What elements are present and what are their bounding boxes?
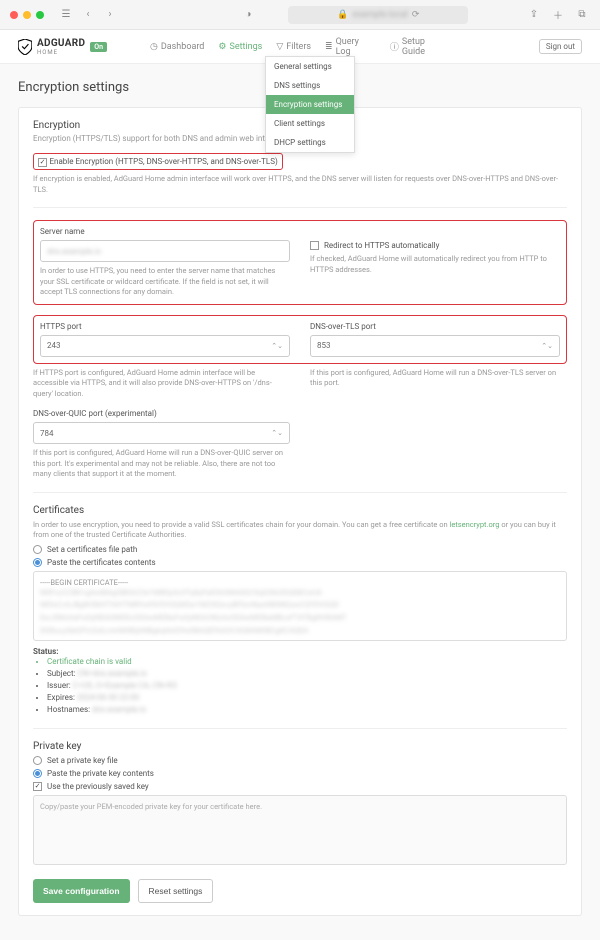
server-name-label: Server name xyxy=(40,227,290,236)
adguard-shield-icon xyxy=(18,39,32,55)
certs-heading: Certificates xyxy=(33,505,567,516)
share-icon[interactable]: ⇪ xyxy=(526,7,542,23)
reset-button[interactable]: Reset settings xyxy=(138,879,214,903)
doq-label: DNS-over-QUIC port (experimental) xyxy=(33,409,290,418)
signout-button[interactable]: Sign out xyxy=(539,39,582,54)
main-nav: ◷Dashboard ⚙Settings ▽Filters ≣Query Log… xyxy=(150,37,450,57)
enable-encryption-checkbox[interactable] xyxy=(38,158,47,167)
nav-querylog[interactable]: ≣Query Log xyxy=(325,37,376,57)
cert-textarea[interactable]: -----BEGIN CERTIFICATE----- MIIFxzCCBK+g… xyxy=(33,571,567,641)
tabs-icon[interactable]: ⧉ xyxy=(574,7,590,23)
stepper-icon[interactable]: ⌃⌄ xyxy=(271,429,283,437)
encryption-card: Encryption Encryption (HTTPS/TLS) suppor… xyxy=(18,107,582,916)
page-body: Encryption settings Encryption Encryptio… xyxy=(0,64,600,940)
chain-valid-status: Certificate chain is valid xyxy=(47,656,567,668)
cert-paste-radio[interactable]: Paste the certificates contents xyxy=(33,558,567,567)
minimize-icon[interactable] xyxy=(23,11,31,19)
nav-filters[interactable]: ▽Filters xyxy=(276,37,311,57)
filter-icon: ▽ xyxy=(276,42,283,52)
nav-settings[interactable]: ⚙Settings xyxy=(218,37,262,57)
gear-icon: ⚙ xyxy=(218,42,226,52)
list-icon: ≣ xyxy=(325,42,333,52)
dot-port-input[interactable]: 853⌃⌄ xyxy=(310,335,560,357)
new-tab-icon[interactable]: ＋ xyxy=(550,7,566,23)
redirect-https-row[interactable]: Redirect to HTTPS automatically xyxy=(310,241,560,250)
forward-icon[interactable]: › xyxy=(102,7,118,23)
doq-port-input[interactable]: 784⌃⌄ xyxy=(33,422,290,444)
settings-dropdown: General settings DNS settings Encryption… xyxy=(265,56,355,153)
logo[interactable]: ADGUARD HOME On xyxy=(18,38,107,56)
dot-port-label: DNS-over-TLS port xyxy=(310,322,560,331)
cert-file-radio[interactable]: Set a certificates file path xyxy=(33,545,567,554)
pkey-paste-radio[interactable]: Paste the private key contents xyxy=(33,769,567,778)
dd-client[interactable]: Client settings xyxy=(266,114,354,133)
stepper-icon[interactable]: ⌃⌄ xyxy=(541,342,553,350)
shield-icon[interactable]: ◑ xyxy=(240,7,256,23)
maximize-icon[interactable] xyxy=(36,11,44,19)
lock-icon: 🔒 xyxy=(337,10,348,20)
use-saved-key-row[interactable]: Use the previously saved key xyxy=(33,782,567,791)
nav-setup[interactable]: ⓘSetup Guide xyxy=(390,37,450,57)
dd-dns[interactable]: DNS settings xyxy=(266,76,354,95)
back-icon[interactable]: ‹ xyxy=(80,7,96,23)
server-name-section: Server name dns.example.io In order to u… xyxy=(33,220,567,305)
ports-section: HTTPS port 243⌃⌄ DNS-over-TLS port 853⌃⌄ xyxy=(33,315,567,364)
pkey-textarea: Copy/paste your PEM-encoded private key … xyxy=(33,795,567,865)
gauge-icon: ◷ xyxy=(150,42,158,52)
info-icon: ⓘ xyxy=(390,40,399,53)
stepper-icon[interactable]: ⌃⌄ xyxy=(271,342,283,350)
dd-dhcp[interactable]: DHCP settings xyxy=(266,133,354,152)
cert-status: Status: Certificate chain is valid Subje… xyxy=(33,647,567,716)
use-saved-key-checkbox[interactable] xyxy=(33,782,42,791)
pkey-file-radio[interactable]: Set a private key file xyxy=(33,756,567,765)
server-name-input[interactable]: dns.example.io xyxy=(40,240,290,262)
sidebar-icon[interactable]: ☰ xyxy=(58,7,74,23)
browser-toolbar: ☰ ‹ › ◑ 🔒 example.local ⟳ ⇪ ＋ ⧉ xyxy=(0,0,600,30)
dd-encryption[interactable]: Encryption settings xyxy=(266,95,354,114)
status-badge: On xyxy=(90,42,107,52)
enable-encryption-row[interactable]: Enable Encryption (HTTPS, DNS-over-HTTPS… xyxy=(33,153,567,170)
close-icon[interactable] xyxy=(10,11,18,19)
dd-general[interactable]: General settings xyxy=(266,57,354,76)
https-port-input[interactable]: 243⌃⌄ xyxy=(40,335,290,357)
url-bar[interactable]: 🔒 example.local ⟳ xyxy=(288,6,468,24)
letsencrypt-link[interactable]: letsencrypt.org xyxy=(450,520,500,529)
redirect-checkbox[interactable] xyxy=(310,241,319,250)
nav-dashboard[interactable]: ◷Dashboard xyxy=(150,37,204,57)
window-controls xyxy=(10,11,44,19)
pkey-heading: Private key xyxy=(33,741,567,752)
save-button[interactable]: Save configuration xyxy=(33,879,130,903)
https-port-label: HTTPS port xyxy=(40,322,290,331)
reload-icon[interactable]: ⟳ xyxy=(412,10,420,20)
